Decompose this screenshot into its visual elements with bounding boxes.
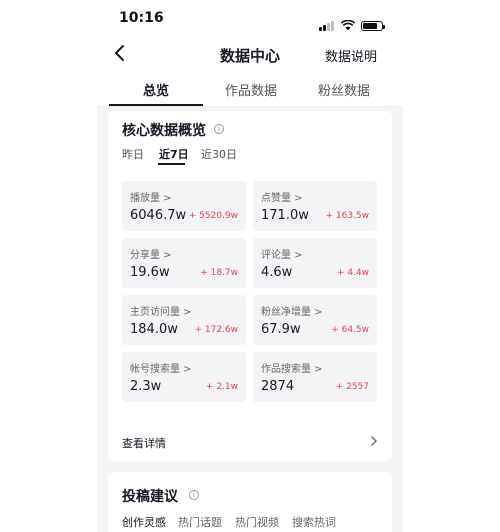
post-suggestion-title: 投稿建议 bbox=[122, 489, 178, 505]
active-tab-indicator bbox=[109, 104, 203, 106]
metric-delta: + 5520.9w bbox=[188, 211, 238, 221]
metric-likes[interactable]: 点赞量 > 171.0w + 163.5w bbox=[253, 181, 377, 231]
range-7-days[interactable]: 近7日 bbox=[159, 146, 189, 162]
metric-value: 171.0w bbox=[261, 208, 309, 223]
status-time: 10:16 bbox=[119, 10, 164, 26]
phone-screen: 10:16 数据中心 数据说明 总览 作品数据 粉丝数据 核心数据概览 i 昨日… bbox=[97, 0, 403, 532]
view-details-link[interactable]: 查看详情 bbox=[122, 435, 166, 451]
metric-label: 主页访问量 > bbox=[130, 307, 192, 318]
range-yesterday[interactable]: 昨日 bbox=[122, 146, 144, 162]
nav-bar: 数据中心 数据说明 bbox=[97, 36, 403, 72]
signal-icon bbox=[319, 12, 335, 31]
metric-value: 184.0w bbox=[130, 322, 178, 337]
metric-comments[interactable]: 评论量 > 4.6w + 4.4w bbox=[253, 238, 377, 288]
status-icons bbox=[319, 12, 385, 31]
metric-label: 评论量 > bbox=[261, 250, 303, 261]
metric-label: 播放量 > bbox=[130, 193, 172, 204]
core-data-card: 核心数据概览 i 昨日 近7日 近30日 播放量 > 6046.7w + 552… bbox=[108, 111, 392, 461]
core-data-title: 核心数据概览 bbox=[122, 123, 206, 139]
tab-hot-topics[interactable]: 热门话题 bbox=[178, 514, 222, 530]
post-suggestion-card: 投稿建议 i 创作灵感 热门话题 热门视频 搜索热词 bbox=[108, 472, 392, 532]
info-icon[interactable]: i bbox=[189, 490, 199, 500]
metric-label: 作品搜索量 > bbox=[261, 364, 323, 375]
metric-value: 19.6w bbox=[130, 265, 170, 280]
metric-profile-visits[interactable]: 主页访问量 > 184.0w + 172.6w bbox=[122, 295, 246, 345]
metric-delta: + 2557 bbox=[335, 382, 369, 392]
metric-label: 帐号搜索量 > bbox=[130, 364, 192, 375]
metric-value: 67.9w bbox=[261, 322, 301, 337]
metric-value: 4.6w bbox=[261, 265, 293, 280]
metric-delta: + 18.7w bbox=[200, 268, 238, 278]
metric-plays[interactable]: 播放量 > 6046.7w + 5520.9w bbox=[122, 181, 246, 231]
wifi-icon bbox=[341, 20, 355, 31]
metric-delta: + 4.4w bbox=[336, 268, 369, 278]
metric-delta: + 163.5w bbox=[325, 211, 369, 221]
metric-label: 粉丝净增量 > bbox=[261, 307, 323, 318]
metric-delta: + 64.5w bbox=[331, 325, 369, 335]
metric-delta: + 2.1w bbox=[205, 382, 238, 392]
metric-account-searches[interactable]: 帐号搜索量 > 2.3w + 2.1w bbox=[122, 352, 246, 402]
tab-creative-inspiration[interactable]: 创作灵感 bbox=[122, 514, 166, 530]
metric-works-searches[interactable]: 作品搜索量 > 2874 + 2557 bbox=[253, 352, 377, 402]
status-bar: 10:16 bbox=[97, 0, 403, 36]
active-range-indicator bbox=[158, 163, 185, 165]
metric-label: 点赞量 > bbox=[261, 193, 303, 204]
tab-hot-videos[interactable]: 热门视频 bbox=[235, 514, 279, 530]
tab-fans-data[interactable]: 粉丝数据 bbox=[318, 80, 370, 99]
metric-label: 分享量 > bbox=[130, 250, 172, 261]
data-explanation-link[interactable]: 数据说明 bbox=[325, 46, 377, 65]
info-icon[interactable]: i bbox=[214, 124, 224, 134]
chevron-right-icon[interactable] bbox=[370, 436, 378, 446]
metric-net-followers[interactable]: 粉丝净增量 > 67.9w + 64.5w bbox=[253, 295, 377, 345]
metric-value: 2874 bbox=[261, 379, 295, 394]
tab-overview[interactable]: 总览 bbox=[143, 80, 169, 99]
metric-delta: + 172.6w bbox=[194, 325, 238, 335]
battery-icon bbox=[361, 21, 385, 31]
tab-search-hot-words[interactable]: 搜索热词 bbox=[292, 514, 336, 530]
tab-works-data[interactable]: 作品数据 bbox=[225, 80, 277, 99]
metric-shares[interactable]: 分享量 > 19.6w + 18.7w bbox=[122, 238, 246, 288]
main-tabs: 总览 作品数据 粉丝数据 bbox=[97, 72, 403, 107]
range-30-days[interactable]: 近30日 bbox=[201, 146, 237, 162]
metric-value: 6046.7w bbox=[130, 208, 187, 223]
metric-value: 2.3w bbox=[130, 379, 162, 394]
